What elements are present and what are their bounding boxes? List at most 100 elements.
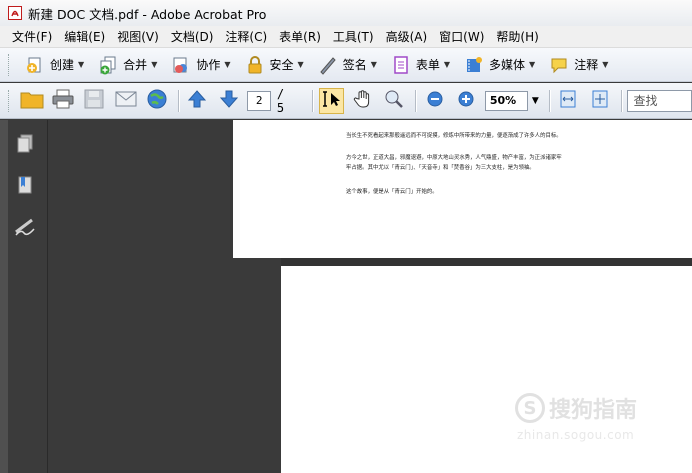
text-cursor-arrow-icon (322, 90, 342, 111)
document-text-line: 这个故事，便是从「青云门」开始的。 (346, 189, 438, 195)
comment-label: 注释 (574, 58, 599, 72)
create-label: 创建 (50, 58, 75, 72)
menu-bar: 文件(F) 编辑(E) 视图(V) 文档(D) 注释(C) 表单(R) 工具(T… (0, 26, 692, 48)
hand-icon (353, 89, 373, 112)
pen-icon (317, 54, 339, 76)
plus-circle-icon (457, 90, 475, 111)
secure-button[interactable]: 安全 ▼ (239, 52, 309, 78)
chevron-down-icon: ▼ (224, 60, 231, 69)
toolbar-separator (177, 89, 179, 112)
menu-window[interactable]: 窗口(W) (433, 28, 490, 45)
page-separator (281, 258, 692, 266)
menu-edit[interactable]: 编辑(E) (58, 28, 111, 45)
title-bar: 新建 DOC 文档.pdf - Adobe Acrobat Pro (0, 0, 692, 26)
zoom-dropdown-chevron-icon[interactable]: ▼ (532, 96, 539, 106)
sign-label: 签名 (342, 58, 367, 72)
multimedia-button[interactable]: 多媒体 ▼ (458, 52, 540, 78)
collaborate-icon (170, 54, 192, 76)
menu-view[interactable]: 视图(V) (111, 28, 165, 45)
fit-page-button[interactable] (587, 88, 612, 114)
open-folder-button[interactable] (19, 88, 44, 114)
pages-panel-icon[interactable] (14, 133, 36, 155)
collaborate-label: 协作 (196, 58, 221, 72)
sign-button[interactable]: 签名 ▼ (312, 52, 382, 78)
document-text-line: 当长生不死看起来那般遥远而不可捉摸，修炼中所带来的力量，便逐渐成了许多人的目标。 (346, 133, 562, 139)
previous-page-button[interactable] (185, 88, 210, 114)
menu-forms[interactable]: 表单(R) (273, 28, 327, 45)
watermark-url: zhinan.sogou.com (517, 428, 635, 442)
chevron-down-icon: ▼ (529, 60, 536, 69)
globe-icon (146, 88, 168, 113)
window-title: 新建 DOC 文档.pdf - Adobe Acrobat Pro (28, 6, 267, 22)
combine-label: 合并 (123, 58, 148, 72)
navigation-pane-edge (0, 120, 8, 473)
chevron-down-icon: ▼ (297, 60, 304, 69)
menu-comments[interactable]: 注释(C) (219, 28, 273, 45)
form-icon (390, 54, 412, 76)
forms-button[interactable]: 表单 ▼ (385, 52, 455, 78)
document-text-line: 方今之世，正道大昌，邪魔退避，中原大地山灵水秀，人气鼎盛，物产丰富，为正派诸家牢 (346, 155, 562, 161)
envelope-icon (115, 90, 137, 111)
lock-icon (244, 54, 266, 76)
save-button[interactable] (82, 88, 107, 114)
watermark-brand: S 搜狗指南 (515, 392, 637, 424)
combine-icon (97, 54, 119, 76)
fit-page-icon (590, 89, 610, 112)
marquee-zoom-button[interactable] (382, 88, 407, 114)
arrow-up-icon (187, 89, 207, 112)
menu-help[interactable]: 帮助(H) (490, 28, 544, 45)
chevron-down-icon: ▼ (151, 60, 158, 69)
pdf-page-1[interactable] (233, 120, 692, 258)
toolbar-separator (415, 89, 417, 112)
zoom-in-button[interactable] (453, 88, 478, 114)
document-text-line: 牢占据。其中尤以「青云门」、「天音寺」和「焚香谷」为三大支柱，是为领袖。 (346, 165, 535, 171)
chevron-down-icon: ▼ (602, 60, 609, 69)
menu-document[interactable]: 文档(D) (165, 28, 220, 45)
toolbar-separator (620, 89, 622, 112)
fit-width-button[interactable] (556, 88, 581, 114)
menu-tools[interactable]: 工具(T) (327, 28, 380, 45)
printer-icon (52, 89, 74, 112)
menu-file[interactable]: 文件(F) (6, 28, 58, 45)
chevron-down-icon: ▼ (443, 60, 451, 69)
create-button[interactable]: 创建 ▼ (19, 52, 89, 78)
toolbar-separator (548, 89, 550, 112)
zoom-out-button[interactable] (422, 88, 447, 114)
menu-advanced[interactable]: 高级(A) (380, 28, 434, 45)
magnifier-icon (383, 89, 405, 112)
create-pdf-icon (24, 54, 46, 76)
watermark-brand-text: 搜狗指南 (549, 398, 638, 423)
comment-button[interactable]: 注释 ▼ (543, 52, 613, 78)
page-total: / 5 (276, 86, 285, 115)
comment-bubble-icon (548, 54, 570, 76)
fit-width-icon (558, 89, 578, 112)
multimedia-label: 多媒体 (489, 58, 526, 72)
acrobat-icon (8, 6, 22, 20)
forms-label: 表单 (415, 58, 440, 72)
hand-tool-button[interactable] (350, 88, 375, 114)
collaborate-button[interactable]: 协作 ▼ (165, 52, 235, 78)
page-number-input[interactable]: 2 (247, 90, 271, 111)
next-page-button[interactable] (216, 88, 241, 114)
sogou-watermark: S 搜狗指南 zhinan.sogou.com (515, 392, 675, 448)
floppy-disk-icon (84, 89, 104, 112)
toolbar-grip[interactable] (8, 53, 11, 76)
zoom-level-input[interactable]: 50% (484, 90, 528, 111)
toolbar-grip[interactable] (8, 89, 11, 112)
web-button[interactable] (144, 88, 169, 114)
folder-icon (20, 89, 44, 112)
arrow-down-icon (219, 89, 239, 112)
email-button[interactable] (113, 88, 138, 114)
tasks-toolbar: 创建 ▼ 合并 ▼ 协作 ▼ 安全 ▼ 签名 ▼ 表单 ▼ 多媒体 ▼ 注释 ▼ (0, 48, 692, 82)
find-input[interactable]: 查找 (627, 89, 692, 112)
bookmarks-panel-icon[interactable] (14, 174, 36, 196)
signatures-panel-icon[interactable] (14, 216, 36, 238)
toolbar-separator (312, 89, 314, 112)
chevron-down-icon: ▼ (78, 60, 85, 69)
combine-button[interactable]: 合并 ▼ (92, 52, 162, 78)
minus-circle-icon (426, 90, 444, 111)
select-tool-button[interactable] (319, 87, 345, 114)
sogou-logo-icon: S (515, 393, 545, 423)
chevron-down-icon: ▼ (370, 60, 377, 69)
print-button[interactable] (50, 88, 75, 114)
